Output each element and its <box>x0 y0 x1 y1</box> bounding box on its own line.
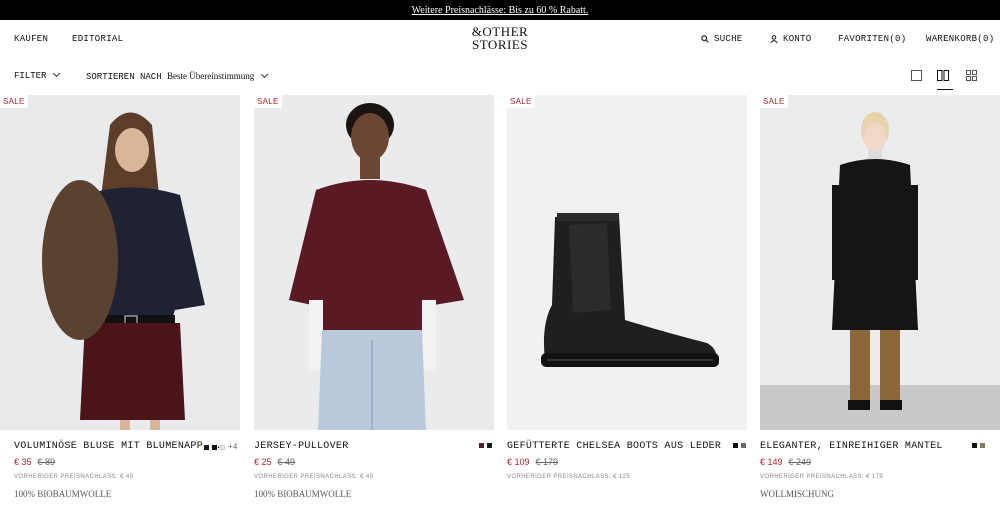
color-swatches <box>733 443 746 448</box>
swatch[interactable] <box>741 443 746 448</box>
view-two-column-icon[interactable] <box>937 68 953 90</box>
account-label: KONTO <box>783 34 812 44</box>
promo-link[interactable]: Weitere Preisnachlässe: Bis zu 60 % Raba… <box>412 5 589 16</box>
material: WOLLMISCHUNG <box>760 489 834 499</box>
swatch[interactable] <box>212 445 217 450</box>
view-grid-icon[interactable] <box>966 70 978 82</box>
promo-banner: Weitere Preisnachlässe: Bis zu 60 % Raba… <box>0 0 1000 20</box>
listing-toolbar: FILTER SORTIEREN NACH Beste Übereinstimm… <box>0 66 1000 90</box>
price: € 149 € 249 <box>760 457 811 467</box>
search-button[interactable]: SUCHE <box>701 34 743 44</box>
nav-editorial[interactable]: EDITORIAL <box>72 34 123 44</box>
price: € 35 € 89 <box>14 457 55 467</box>
original-price: € 89 <box>37 457 56 467</box>
boot-image <box>541 213 719 367</box>
material: 100% BIOBAUMWOLLE <box>254 489 352 499</box>
previous-price-note: VORHERIGER PREISNACHLASS: € 49 <box>14 474 134 480</box>
cart-button[interactable]: WARENKORB(0) <box>926 34 994 44</box>
brand-logo[interactable]: &OTHER STORIES <box>465 25 535 55</box>
sort-label: SORTIEREN NACH <box>86 72 162 82</box>
color-swatches <box>479 443 492 448</box>
product-card[interactable]: SALE VOLUMINÖSE BLUSE MIT BLUMENAPP... +… <box>0 95 240 499</box>
model-pullover-image <box>289 103 464 430</box>
price: € 109 € 179 <box>507 457 558 467</box>
more-colors[interactable]: +4 <box>228 443 238 452</box>
swatch[interactable] <box>479 443 484 448</box>
swatch[interactable] <box>733 443 738 448</box>
chevron-down-icon <box>53 69 61 78</box>
model-blouse-image <box>42 112 205 430</box>
product-image[interactable]: SALE <box>0 95 240 430</box>
swatch[interactable] <box>220 445 225 450</box>
product-image[interactable]: SALE <box>760 95 1000 430</box>
model-coat-image <box>760 112 1000 430</box>
original-price: € 49 <box>277 457 296 467</box>
product-image[interactable]: SALE <box>507 95 747 430</box>
sort-value: Beste Übereinstimmung <box>167 71 255 81</box>
sale-price: € 109 <box>507 457 530 467</box>
product-name[interactable]: JERSEY-PULLOVER <box>254 441 349 452</box>
price: € 25 € 49 <box>254 457 295 467</box>
search-icon <box>701 34 709 43</box>
sale-price: € 35 <box>14 457 32 467</box>
view-single-icon[interactable] <box>911 70 923 82</box>
site-header: KAUFEN EDITORIAL &OTHER STORIES SUCHE KO… <box>0 20 1000 58</box>
chevron-down-icon <box>261 70 269 79</box>
color-swatches <box>972 443 985 448</box>
original-price: € 249 <box>788 457 812 467</box>
previous-price-note: VORHERIGER PREISNACHLASS: € 125 <box>507 474 631 480</box>
previous-price-note: VORHERIGER PREISNACHLASS: € 49 <box>254 474 374 480</box>
filter-label: FILTER <box>14 71 47 81</box>
account-button[interactable]: KONTO <box>770 34 812 44</box>
product-image[interactable]: SALE <box>254 95 494 430</box>
product-card[interactable]: SALE ELEGANTER, EINREIHIGER MANTEL € 149… <box>760 95 1000 499</box>
product-card[interactable]: SALE JERSEY-PULLOVER € 25 € 49 VORHERIGER… <box>254 95 494 499</box>
product-name[interactable]: ELEGANTER, EINREIHIGER MANTEL <box>760 441 943 452</box>
swatch[interactable] <box>204 445 209 450</box>
swatch[interactable] <box>980 443 985 448</box>
sale-badge: SALE <box>0 95 28 108</box>
sale-badge: SALE <box>254 95 282 108</box>
previous-price-note: VORHERIGER PREISNACHLASS: € 179 <box>760 474 884 480</box>
favorites-button[interactable]: FAVORITEN(0) <box>838 34 906 44</box>
sale-price: € 25 <box>254 457 272 467</box>
color-swatches: +4 <box>204 443 238 452</box>
logo-line-2: STORIES <box>472 37 528 52</box>
sale-price: € 149 <box>760 457 783 467</box>
sale-badge: SALE <box>507 95 535 108</box>
search-label: SUCHE <box>714 34 743 44</box>
product-card[interactable]: SALE GEFÜTTERTE CHELSEA BOOTS AUS LEDER … <box>507 95 747 480</box>
filter-button[interactable]: FILTER <box>14 69 61 81</box>
nav-kaufen[interactable]: KAUFEN <box>14 34 48 44</box>
material: 100% BIOBAUMWOLLE <box>14 489 112 499</box>
product-name[interactable]: GEFÜTTERTE CHELSEA BOOTS AUS LEDER <box>507 441 721 452</box>
product-name[interactable]: VOLUMINÖSE BLUSE MIT BLUMENAPP... <box>14 441 222 452</box>
swatch[interactable] <box>487 443 492 448</box>
user-icon <box>770 34 778 43</box>
sale-badge: SALE <box>760 95 788 108</box>
original-price: € 179 <box>535 457 559 467</box>
sort-dropdown[interactable]: SORTIEREN NACH Beste Übereinstimmung <box>86 70 269 82</box>
swatch[interactable] <box>972 443 977 448</box>
